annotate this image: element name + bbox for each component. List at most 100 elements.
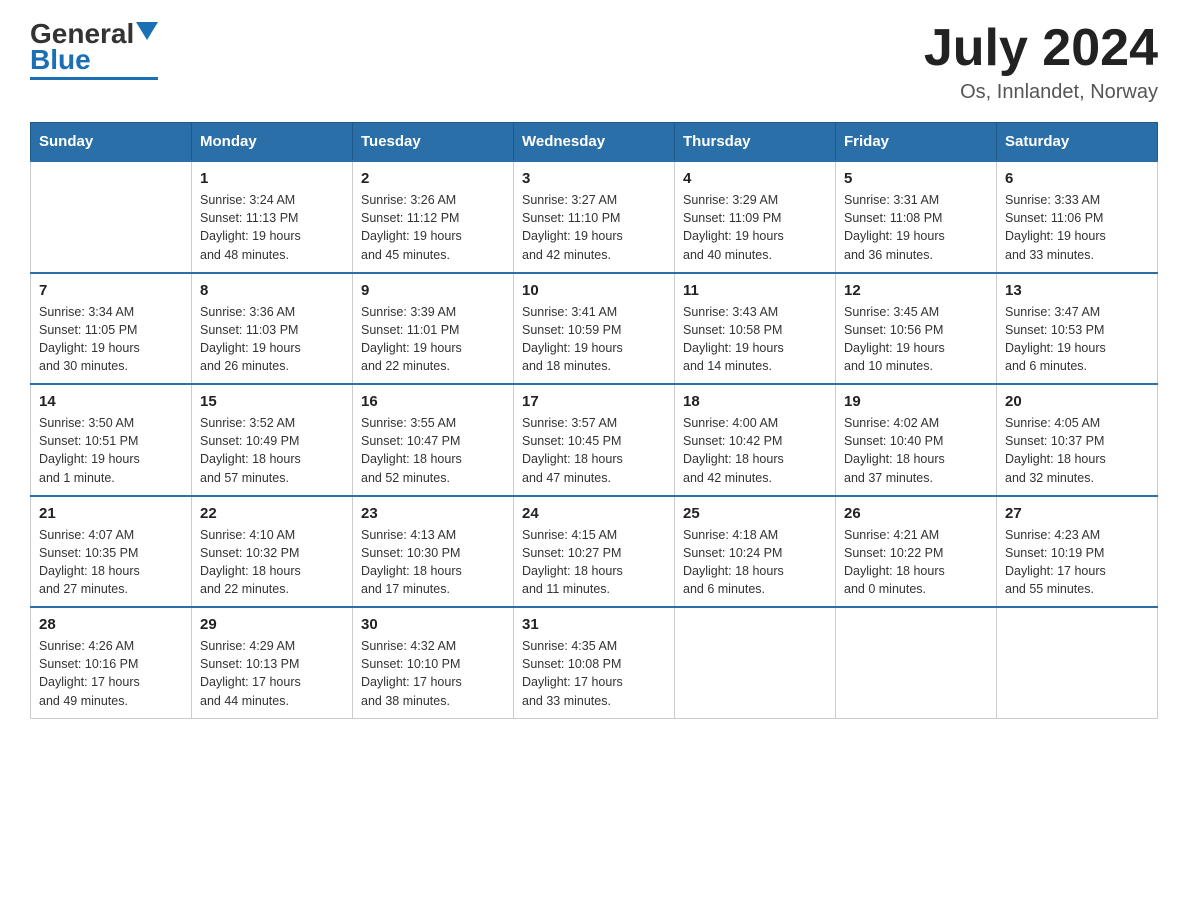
calendar-cell-w2-d3: 9 Sunrise: 3:39 AMSunset: 11:01 PMDayligh… [353,273,514,385]
calendar-cell-w5-d1: 28 Sunrise: 4:26 AMSunset: 10:16 PMDaylig… [31,607,192,718]
day-info: Sunrise: 3:47 AMSunset: 10:53 PMDaylight… [1005,303,1149,376]
day-number: 18 [683,393,827,410]
calendar-cell-w5-d3: 30 Sunrise: 4:32 AMSunset: 10:10 PMDaylig… [353,607,514,718]
day-info: Sunrise: 4:07 AMSunset: 10:35 PMDaylight… [39,526,183,599]
day-number: 22 [200,505,344,522]
day-number: 16 [361,393,505,410]
calendar-cell-w1-d5: 4 Sunrise: 3:29 AMSunset: 11:09 PMDayligh… [675,161,836,273]
day-info: Sunrise: 3:52 AMSunset: 10:49 PMDaylight… [200,414,344,487]
calendar-cell-w3-d5: 18Sunrise: 4:00 AMSunset: 10:42 PMDaylig… [675,384,836,496]
logo-underline [30,77,158,80]
day-number: 15 [200,393,344,410]
day-number: 21 [39,505,183,522]
day-info: Sunrise: 3:39 AMSunset: 11:01 PMDaylight… [361,303,505,376]
calendar-cell-w1-d6: 5 Sunrise: 3:31 AMSunset: 11:08 PMDayligh… [836,161,997,273]
calendar-subtitle: Os, Innlandet, Norway [924,81,1158,104]
calendar-cell-w3-d7: 20 Sunrise: 4:05 AMSunset: 10:37 PMDaylig… [997,384,1158,496]
day-info: Sunrise: 3:24 AMSunset: 11:13 PMDaylight… [200,191,344,264]
calendar-cell-w1-d3: 2 Sunrise: 3:26 AMSunset: 11:12 PMDayligh… [353,161,514,273]
calendar-cell-w4-d2: 22 Sunrise: 4:10 AMSunset: 10:32 PMDaylig… [192,496,353,608]
day-info: Sunrise: 4:02 AMSunset: 10:40 PMDaylight… [844,414,988,487]
day-number: 30 [361,616,505,633]
day-number: 12 [844,282,988,299]
day-number: 13 [1005,282,1149,299]
day-info: Sunrise: 3:41 AMSunset: 10:59 PMDaylight… [522,303,666,376]
day-info: Sunrise: 3:57 AMSunset: 10:45 PMDaylight… [522,414,666,487]
day-number: 3 [522,170,666,187]
day-number: 20 [1005,393,1149,410]
day-number: 14 [39,393,183,410]
calendar-cell-w4-d6: 26Sunrise: 4:21 AMSunset: 10:22 PMDaylig… [836,496,997,608]
col-header-sunday: Sunday [31,123,192,162]
day-info: Sunrise: 4:29 AMSunset: 10:13 PMDaylight… [200,637,344,710]
day-number: 9 [361,282,505,299]
calendar-cell-w1-d2: 1 Sunrise: 3:24 AMSunset: 11:13 PMDayligh… [192,161,353,273]
day-number: 8 [200,282,344,299]
day-number: 1 [200,170,344,187]
day-info: Sunrise: 3:29 AMSunset: 11:09 PMDaylight… [683,191,827,264]
day-info: Sunrise: 4:32 AMSunset: 10:10 PMDaylight… [361,637,505,710]
day-number: 28 [39,616,183,633]
day-info: Sunrise: 3:36 AMSunset: 11:03 PMDaylight… [200,303,344,376]
day-number: 27 [1005,505,1149,522]
day-number: 6 [1005,170,1149,187]
calendar-cell-w3-d2: 15 Sunrise: 3:52 AMSunset: 10:49 PMDaylig… [192,384,353,496]
day-info: Sunrise: 4:15 AMSunset: 10:27 PMDaylight… [522,526,666,599]
day-info: Sunrise: 3:31 AMSunset: 11:08 PMDaylight… [844,191,988,264]
calendar-cell-w4-d7: 27 Sunrise: 4:23 AMSunset: 10:19 PMDaylig… [997,496,1158,608]
calendar-week-5: 28 Sunrise: 4:26 AMSunset: 10:16 PMDaylig… [31,607,1158,718]
day-number: 5 [844,170,988,187]
calendar-cell-w5-d6 [836,607,997,718]
day-info: Sunrise: 4:13 AMSunset: 10:30 PMDaylight… [361,526,505,599]
col-header-monday: Monday [192,123,353,162]
calendar-header-row: Sunday Monday Tuesday Wednesday Thursday… [31,123,1158,162]
day-info: Sunrise: 3:50 AMSunset: 10:51 PMDaylight… [39,414,183,487]
day-info: Sunrise: 4:23 AMSunset: 10:19 PMDaylight… [1005,526,1149,599]
col-header-saturday: Saturday [997,123,1158,162]
calendar-cell-w2-d2: 8 Sunrise: 3:36 AMSunset: 11:03 PMDayligh… [192,273,353,385]
calendar-cell-w1-d1 [31,161,192,273]
col-header-tuesday: Tuesday [353,123,514,162]
calendar-cell-w4-d4: 24 Sunrise: 4:15 AMSunset: 10:27 PMDaylig… [514,496,675,608]
day-number: 10 [522,282,666,299]
calendar-cell-w2-d5: 11Sunrise: 3:43 AMSunset: 10:58 PMDaylig… [675,273,836,385]
calendar-week-4: 21 Sunrise: 4:07 AMSunset: 10:35 PMDaylig… [31,496,1158,608]
day-number: 7 [39,282,183,299]
title-block: July 2024 Os, Innlandet, Norway [924,20,1158,104]
day-info: Sunrise: 3:27 AMSunset: 11:10 PMDaylight… [522,191,666,264]
calendar-cell-w2-d6: 12 Sunrise: 3:45 AMSunset: 10:56 PMDaylig… [836,273,997,385]
calendar-week-2: 7Sunrise: 3:34 AMSunset: 11:05 PMDayligh… [31,273,1158,385]
calendar-table: Sunday Monday Tuesday Wednesday Thursday… [30,122,1158,719]
calendar-cell-w2-d7: 13 Sunrise: 3:47 AMSunset: 10:53 PMDaylig… [997,273,1158,385]
day-info: Sunrise: 4:18 AMSunset: 10:24 PMDaylight… [683,526,827,599]
col-header-thursday: Thursday [675,123,836,162]
calendar-cell-w1-d7: 6 Sunrise: 3:33 AMSunset: 11:06 PMDayligh… [997,161,1158,273]
calendar-cell-w2-d1: 7Sunrise: 3:34 AMSunset: 11:05 PMDayligh… [31,273,192,385]
day-info: Sunrise: 3:26 AMSunset: 11:12 PMDaylight… [361,191,505,264]
day-number: 25 [683,505,827,522]
day-info: Sunrise: 3:45 AMSunset: 10:56 PMDaylight… [844,303,988,376]
day-info: Sunrise: 4:26 AMSunset: 10:16 PMDaylight… [39,637,183,710]
day-number: 2 [361,170,505,187]
day-info: Sunrise: 4:10 AMSunset: 10:32 PMDaylight… [200,526,344,599]
page-header: General Blue July 2024 Os, Innlandet, No… [30,20,1158,104]
calendar-cell-w3-d3: 16 Sunrise: 3:55 AMSunset: 10:47 PMDaylig… [353,384,514,496]
day-info: Sunrise: 4:21 AMSunset: 10:22 PMDaylight… [844,526,988,599]
logo: General Blue [30,20,158,80]
calendar-cell-w3-d1: 14 Sunrise: 3:50 AMSunset: 10:51 PMDaylig… [31,384,192,496]
col-header-wednesday: Wednesday [514,123,675,162]
day-number: 31 [522,616,666,633]
day-number: 29 [200,616,344,633]
calendar-cell-w4-d1: 21 Sunrise: 4:07 AMSunset: 10:35 PMDaylig… [31,496,192,608]
day-info: Sunrise: 4:35 AMSunset: 10:08 PMDaylight… [522,637,666,710]
calendar-cell-w2-d4: 10 Sunrise: 3:41 AMSunset: 10:59 PMDaylig… [514,273,675,385]
day-number: 4 [683,170,827,187]
calendar-cell-w5-d7 [997,607,1158,718]
day-info: Sunrise: 3:33 AMSunset: 11:06 PMDaylight… [1005,191,1149,264]
day-number: 23 [361,505,505,522]
calendar-cell-w3-d4: 17 Sunrise: 3:57 AMSunset: 10:45 PMDaylig… [514,384,675,496]
day-info: Sunrise: 3:55 AMSunset: 10:47 PMDaylight… [361,414,505,487]
day-info: Sunrise: 4:05 AMSunset: 10:37 PMDaylight… [1005,414,1149,487]
day-number: 24 [522,505,666,522]
day-number: 17 [522,393,666,410]
